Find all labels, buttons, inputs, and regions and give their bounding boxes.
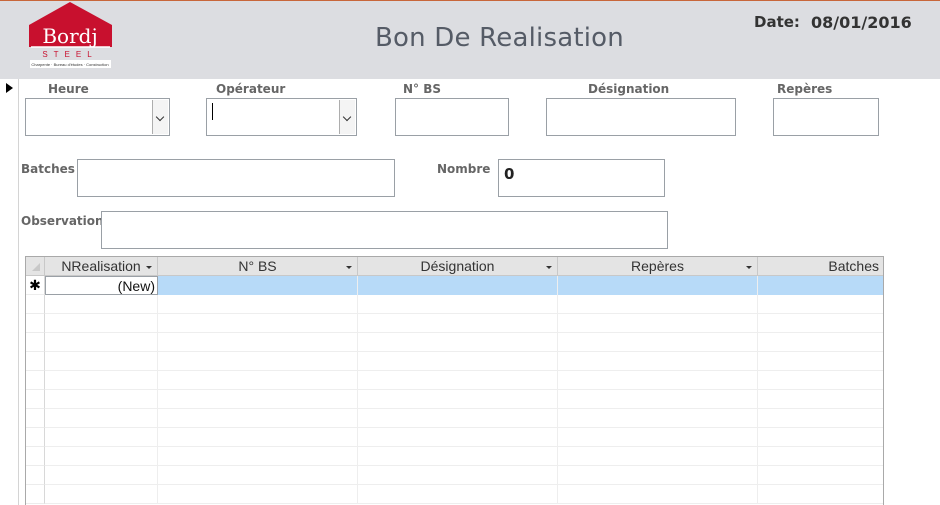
empty-row-selector [26, 352, 45, 371]
empty-row [45, 371, 883, 390]
empty-row-selector [26, 295, 45, 314]
heure-dropdown-chevron-down-icon[interactable] [152, 100, 168, 134]
new-record-asterisk-icon: ✱ [29, 277, 41, 293]
empty-row [45, 428, 883, 447]
empty-row [45, 295, 883, 314]
operateur-combobox[interactable] [206, 98, 357, 136]
sort-arrow-down-icon[interactable] [146, 266, 152, 269]
column-header-reperes[interactable]: Repères [558, 257, 758, 276]
form-title: Bon De Realisation [375, 23, 624, 53]
date-label: Date: [754, 13, 800, 31]
empty-row-selector [26, 333, 45, 352]
empty-row-selector [26, 485, 45, 504]
column-header-nbs[interactable]: N° BS [158, 257, 358, 276]
svg-text:Charpente · Bureau d'études ·: Charpente · Bureau d'études · Constructi… [31, 62, 108, 67]
sort-arrow-down-icon[interactable] [546, 266, 552, 269]
heure-combobox[interactable] [25, 98, 170, 136]
column-header-designation[interactable]: Désignation [358, 257, 558, 276]
text-cursor [212, 103, 213, 120]
column-header-label: Batches [828, 258, 879, 274]
nbs-label: N° BS [403, 82, 442, 96]
nombre-label: Nombre [437, 162, 491, 176]
empty-cell [45, 428, 758, 447]
empty-row [45, 409, 883, 428]
cell-designation[interactable] [358, 276, 558, 295]
empty-row [45, 447, 883, 466]
empty-cell [45, 352, 758, 371]
empty-row-selector [26, 466, 45, 485]
svg-text:STEEL: STEEL [42, 50, 97, 59]
record-selector[interactable] [0, 79, 19, 505]
empty-cell [45, 333, 758, 352]
empty-row [45, 390, 883, 409]
empty-row [45, 466, 883, 485]
datasheet-header: NRealisation N° BS Désignation Repères B… [26, 257, 883, 276]
empty-row-selector [26, 428, 45, 447]
designation-label: Désignation [588, 82, 670, 96]
cell-nbs[interactable] [158, 276, 358, 295]
form-header: Bordj STEEL Charpente · Bureau d'études … [0, 0, 940, 79]
heure-label: Heure [48, 82, 89, 96]
column-header-label: Désignation [420, 258, 495, 274]
empty-cell [45, 314, 758, 333]
reperes-field[interactable] [773, 98, 879, 136]
observation-label: Observation [21, 214, 104, 228]
empty-cell [45, 371, 758, 390]
empty-row-selector [26, 409, 45, 428]
column-header-label: Repères [631, 258, 684, 274]
empty-row [45, 485, 883, 504]
cell-batches[interactable] [758, 276, 883, 295]
observation-field[interactable] [101, 211, 668, 249]
batches-field[interactable] [77, 159, 395, 197]
new-record-selector[interactable]: ✱ [26, 276, 45, 295]
column-header-nrealisation[interactable]: NRealisation [45, 257, 158, 276]
empty-cell [45, 466, 758, 485]
svg-text:Bordj: Bordj [42, 24, 97, 48]
select-all-corner[interactable] [26, 257, 45, 276]
reperes-label: Repères [777, 82, 833, 96]
empty-row [45, 333, 883, 352]
column-header-batches[interactable]: Batches [758, 257, 883, 276]
designation-field[interactable] [546, 98, 736, 136]
empty-cell [45, 295, 758, 314]
sort-arrow-down-icon[interactable] [746, 266, 752, 269]
empty-row-selector [26, 371, 45, 390]
nombre-field[interactable]: 0 [498, 159, 665, 197]
empty-row-selector [26, 447, 45, 466]
nbs-field[interactable] [395, 98, 509, 136]
empty-cell [45, 485, 758, 504]
empty-cell [45, 409, 758, 428]
cell-reperes[interactable] [558, 276, 758, 295]
empty-cell [45, 390, 758, 409]
empty-row-selector [26, 390, 45, 409]
realisation-datasheet: NRealisation N° BS Désignation Repères B… [25, 256, 884, 505]
new-record-row[interactable]: (New) [45, 276, 883, 295]
column-header-label: N° BS [238, 258, 277, 274]
nombre-value: 0 [504, 165, 515, 183]
bordj-steel-logo: Bordj STEEL Charpente · Bureau d'études … [29, 2, 112, 68]
empty-row [45, 352, 883, 371]
batches-label: Batches [21, 162, 75, 176]
empty-row-selector [26, 314, 45, 333]
sort-arrow-down-icon[interactable] [346, 266, 352, 269]
operateur-dropdown-chevron-down-icon[interactable] [339, 100, 355, 134]
date-value: 08/01/2016 [811, 13, 912, 32]
operateur-label: Opérateur [216, 82, 286, 96]
empty-cell [45, 447, 758, 466]
empty-row [45, 314, 883, 333]
column-header-label: NRealisation [61, 258, 141, 274]
current-record-arrow-icon [6, 83, 13, 93]
cell-nrealisation[interactable]: (New) [45, 276, 158, 295]
